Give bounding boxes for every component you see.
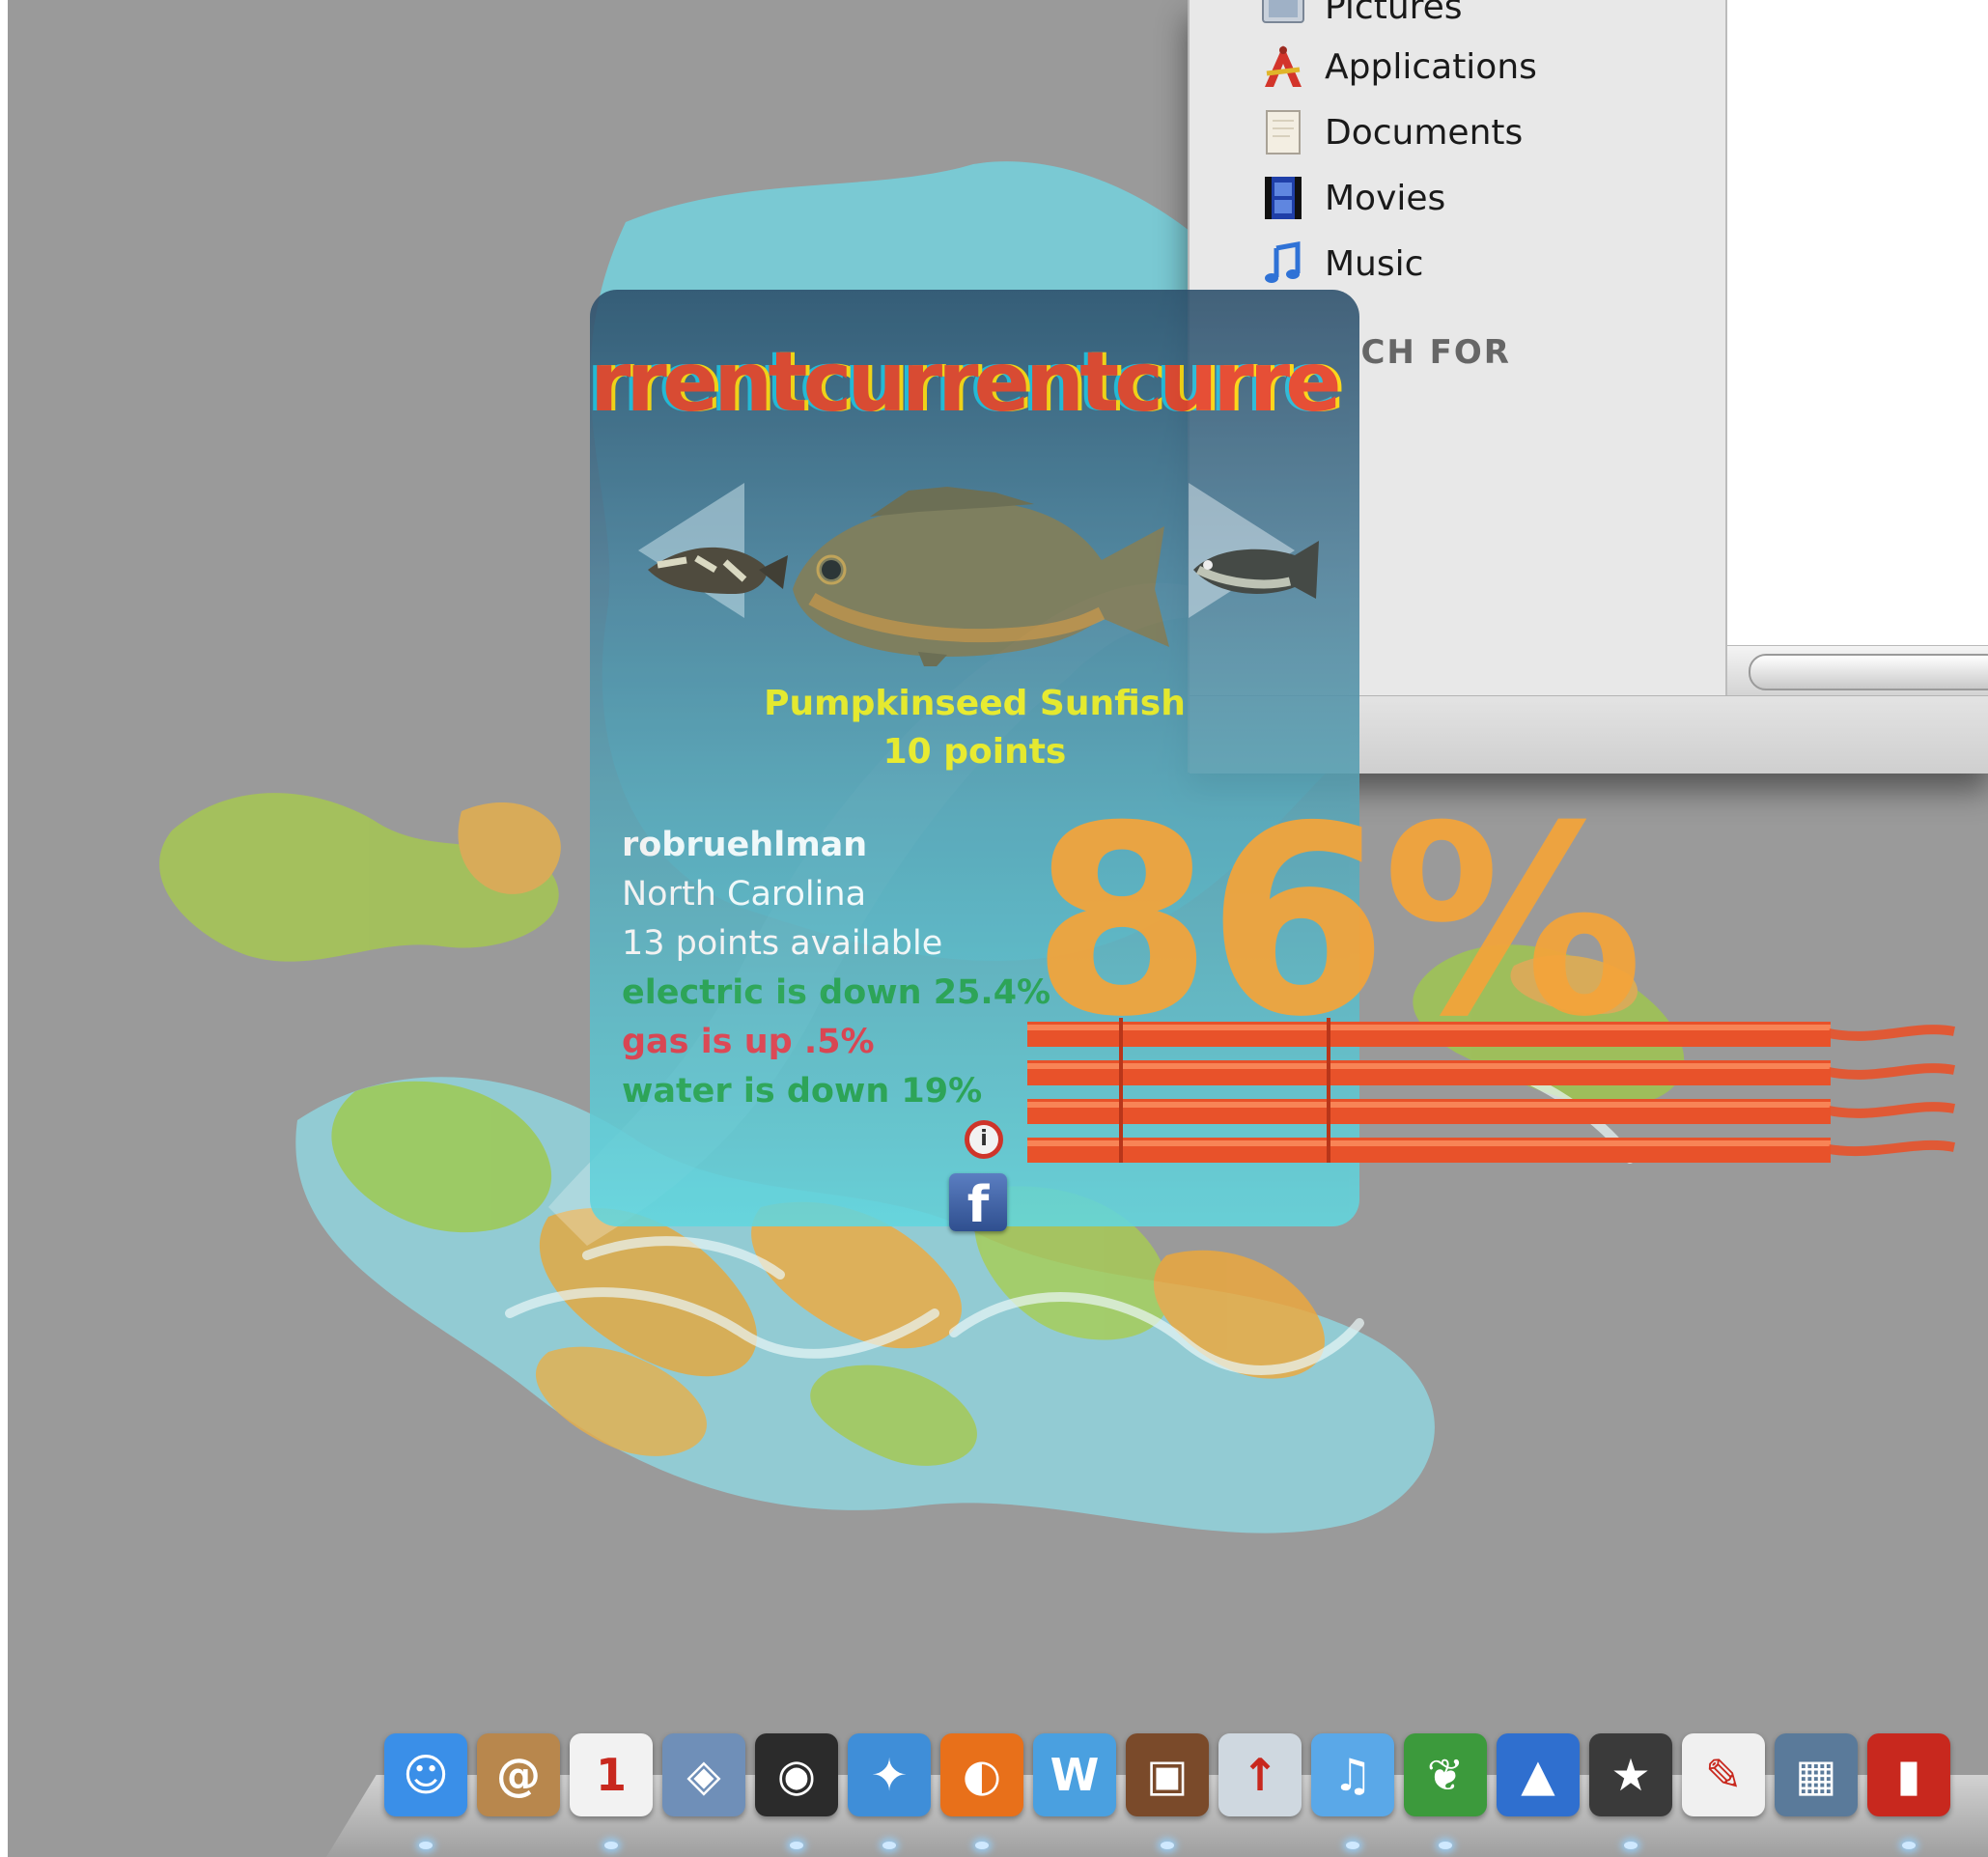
- applications-folder-icon: [1259, 42, 1307, 91]
- running-indicator: [882, 1842, 896, 1849]
- usage-bar-divider: [1119, 1018, 1123, 1163]
- calendar-icon[interactable]: 1: [570, 1733, 653, 1816]
- fish-name: Pumpkinseed Sunfish: [764, 684, 1186, 723]
- pictures-folder-icon: [1259, 0, 1307, 31]
- textedit-icon[interactable]: ✎: [1682, 1733, 1765, 1816]
- word-icon[interactable]: W: [1033, 1733, 1116, 1816]
- usage-bar-highlight: [1027, 1140, 1831, 1146]
- running-indicator: [1346, 1842, 1359, 1849]
- sidebar-item-applications[interactable]: Applications: [1259, 39, 1722, 95]
- usage-bar-highlight: [1027, 1063, 1831, 1069]
- safari-icon[interactable]: ✦: [848, 1733, 931, 1816]
- running-indicator: [1624, 1842, 1638, 1849]
- red-drive-icon[interactable]: ▮: [1867, 1733, 1950, 1816]
- horizontal-scrollbar[interactable]: [1727, 645, 1988, 696]
- next-fish-image[interactable]: [1193, 541, 1319, 599]
- sidebar-item-label: Pictures: [1325, 0, 1463, 27]
- facebook-icon[interactable]: f: [949, 1173, 1007, 1234]
- usage-bar-highlight: [1027, 1102, 1831, 1108]
- bottle-icon[interactable]: ▲: [1497, 1733, 1580, 1816]
- desktop: Pictures Applications Documents Movies M…: [8, 0, 1988, 1857]
- pumpkinseed-sunfish-image: [793, 487, 1169, 666]
- usage-bar-divider: [1327, 1018, 1330, 1163]
- previous-fish-image[interactable]: [648, 547, 788, 594]
- dock: ☺ @1 ◈ ◉ ✦ ◐ W ▣ ↑ ♫ ❦ ▲ ★ ✎ ▦ ▮: [384, 1733, 1988, 1857]
- sidebar-item-music[interactable]: Music: [1259, 236, 1722, 292]
- address-book-icon[interactable]: @: [477, 1733, 560, 1816]
- finder-content-pane[interactable]: [1727, 0, 1988, 645]
- documents-folder-icon: [1259, 108, 1307, 156]
- running-indicator: [419, 1842, 433, 1849]
- fish-points: 10 points: [882, 732, 1067, 772]
- info-button[interactable]: i: [965, 1120, 1003, 1159]
- running-indicator: [604, 1842, 618, 1849]
- firefox-icon[interactable]: ◐: [940, 1733, 1023, 1816]
- scroll-thumb[interactable]: [1749, 654, 1988, 690]
- flickr-uploader-icon[interactable]: ↑: [1218, 1733, 1302, 1816]
- sidebar-item-label: Documents: [1325, 112, 1524, 153]
- running-indicator: [1439, 1842, 1452, 1849]
- iphoto-icon[interactable]: ▣: [1126, 1733, 1209, 1816]
- sidebar-item-label: Music: [1325, 243, 1424, 284]
- sidebar-item-label: Movies: [1325, 178, 1446, 218]
- running-indicator: [1902, 1842, 1916, 1849]
- sidebar-item-label: Applications: [1325, 46, 1537, 87]
- finder-icon[interactable]: ☺: [384, 1733, 467, 1816]
- usage-bars: [1027, 1018, 1955, 1163]
- widget-title-banner: rrentcurrentcurre: [590, 338, 1342, 427]
- usage-bar-highlight: [1027, 1025, 1831, 1030]
- running-indicator: [790, 1842, 803, 1849]
- imovie-icon[interactable]: ★: [1589, 1733, 1672, 1816]
- sidebar-item-documents[interactable]: Documents: [1259, 104, 1722, 160]
- music-folder-icon: [1259, 239, 1307, 288]
- sidebar-item-pictures[interactable]: Pictures: [1259, 0, 1722, 35]
- running-indicator: [1161, 1842, 1174, 1849]
- preview-icon[interactable]: ◈: [662, 1733, 745, 1816]
- evernote-icon[interactable]: ❦: [1404, 1733, 1487, 1816]
- sidebar-item-movies[interactable]: Movies: [1259, 170, 1722, 226]
- itunes-icon[interactable]: ♫: [1311, 1733, 1394, 1816]
- fish-carousel: [648, 487, 1319, 666]
- running-indicator: [975, 1842, 989, 1849]
- dashboard-icon[interactable]: ◉: [755, 1733, 838, 1816]
- movies-folder-icon: [1259, 174, 1307, 222]
- spaces-icon[interactable]: ▦: [1775, 1733, 1858, 1816]
